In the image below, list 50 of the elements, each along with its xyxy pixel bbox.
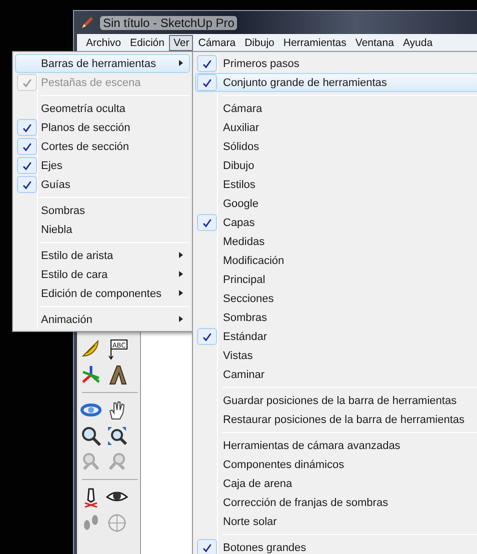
menu-item[interactable]: Estilos bbox=[195, 175, 477, 194]
menu-item[interactable]: Primeros pasos bbox=[195, 54, 477, 73]
menu-item[interactable]: Botones grandes bbox=[195, 538, 477, 554]
menu-bar-item[interactable]: Cámara bbox=[194, 34, 240, 50]
zoom-extents-icon[interactable] bbox=[106, 425, 128, 447]
menu-item[interactable]: Barras de herramientas bbox=[15, 54, 190, 73]
pencil-icon bbox=[80, 16, 94, 30]
menu-bar-item[interactable]: Archivo bbox=[82, 34, 126, 50]
menu-bar-item[interactable]: Herramientas bbox=[279, 34, 350, 50]
menu-item[interactable]: Modificación bbox=[195, 251, 477, 270]
menu-item[interactable]: Norte solar bbox=[195, 512, 477, 531]
menu-item[interactable]: Medidas bbox=[195, 232, 477, 251]
menu-item[interactable]: Sombras bbox=[15, 201, 190, 220]
menu-item[interactable]: Guías bbox=[15, 175, 190, 194]
menu-bar-item[interactable]: Dibujo bbox=[240, 34, 278, 50]
menu-item[interactable]: Niebla bbox=[15, 220, 190, 239]
menu-item[interactable]: Restaurar posiciones de la barra de herramientas bbox=[195, 410, 477, 429]
menu-item[interactable]: Dibujo bbox=[195, 156, 477, 175]
menu-item[interactable]: Caja de arena bbox=[195, 474, 477, 493]
menu-item[interactable]: Animación bbox=[15, 310, 190, 329]
menu-item[interactable]: Conjunto grande de herramientas bbox=[195, 73, 477, 92]
menu-item[interactable]: Componentes dinámicos bbox=[195, 455, 477, 474]
menu-item[interactable]: Cámara bbox=[195, 99, 477, 118]
menu-item[interactable]: Auxiliar bbox=[195, 118, 477, 137]
menu-item[interactable]: Principal bbox=[195, 270, 477, 289]
menu-item[interactable]: Planos de sección bbox=[15, 118, 190, 137]
menu-item[interactable]: Geometría oculta bbox=[15, 99, 190, 118]
menu-bar-item[interactable]: Ver bbox=[169, 34, 194, 50]
menu-item[interactable]: Estilo de arista bbox=[15, 246, 190, 265]
menu-item[interactable]: Secciones bbox=[195, 289, 477, 308]
menu-bar-item[interactable]: Ventana bbox=[351, 34, 398, 50]
menu-item[interactable]: Guardar posiciones de la barra de herramientas bbox=[195, 391, 477, 410]
window-title: Sin título - SketchUp Pro bbox=[100, 16, 238, 30]
menu-item[interactable]: Caminar bbox=[195, 365, 477, 384]
search-icon[interactable] bbox=[80, 425, 102, 447]
menu-item[interactable]: Sólidos bbox=[195, 137, 477, 156]
menu-item[interactable]: Corrección de franjas de sombras bbox=[195, 493, 477, 512]
menu-item[interactable]: Cortes de sección bbox=[15, 137, 190, 156]
axes-icon[interactable] bbox=[80, 364, 102, 386]
menu-item[interactable]: Herramientas de cámara avanzadas bbox=[195, 436, 477, 455]
menu-item[interactable]: Sombras bbox=[195, 308, 477, 327]
menu-bar-item[interactable]: Edición bbox=[126, 34, 168, 50]
menu-item[interactable]: Estándar bbox=[195, 327, 477, 346]
menu-bar-item[interactable]: Ayuda bbox=[398, 34, 437, 50]
menu-item[interactable]: Edición de componentes bbox=[15, 284, 190, 303]
menu-item[interactable]: Vistas bbox=[195, 346, 477, 365]
menu-item[interactable]: Google bbox=[195, 194, 477, 213]
menu-item[interactable]: Ejes bbox=[15, 156, 190, 175]
menu-item[interactable]: Capas bbox=[195, 213, 477, 232]
menu-item[interactable]: Estilo de cara bbox=[15, 265, 190, 284]
